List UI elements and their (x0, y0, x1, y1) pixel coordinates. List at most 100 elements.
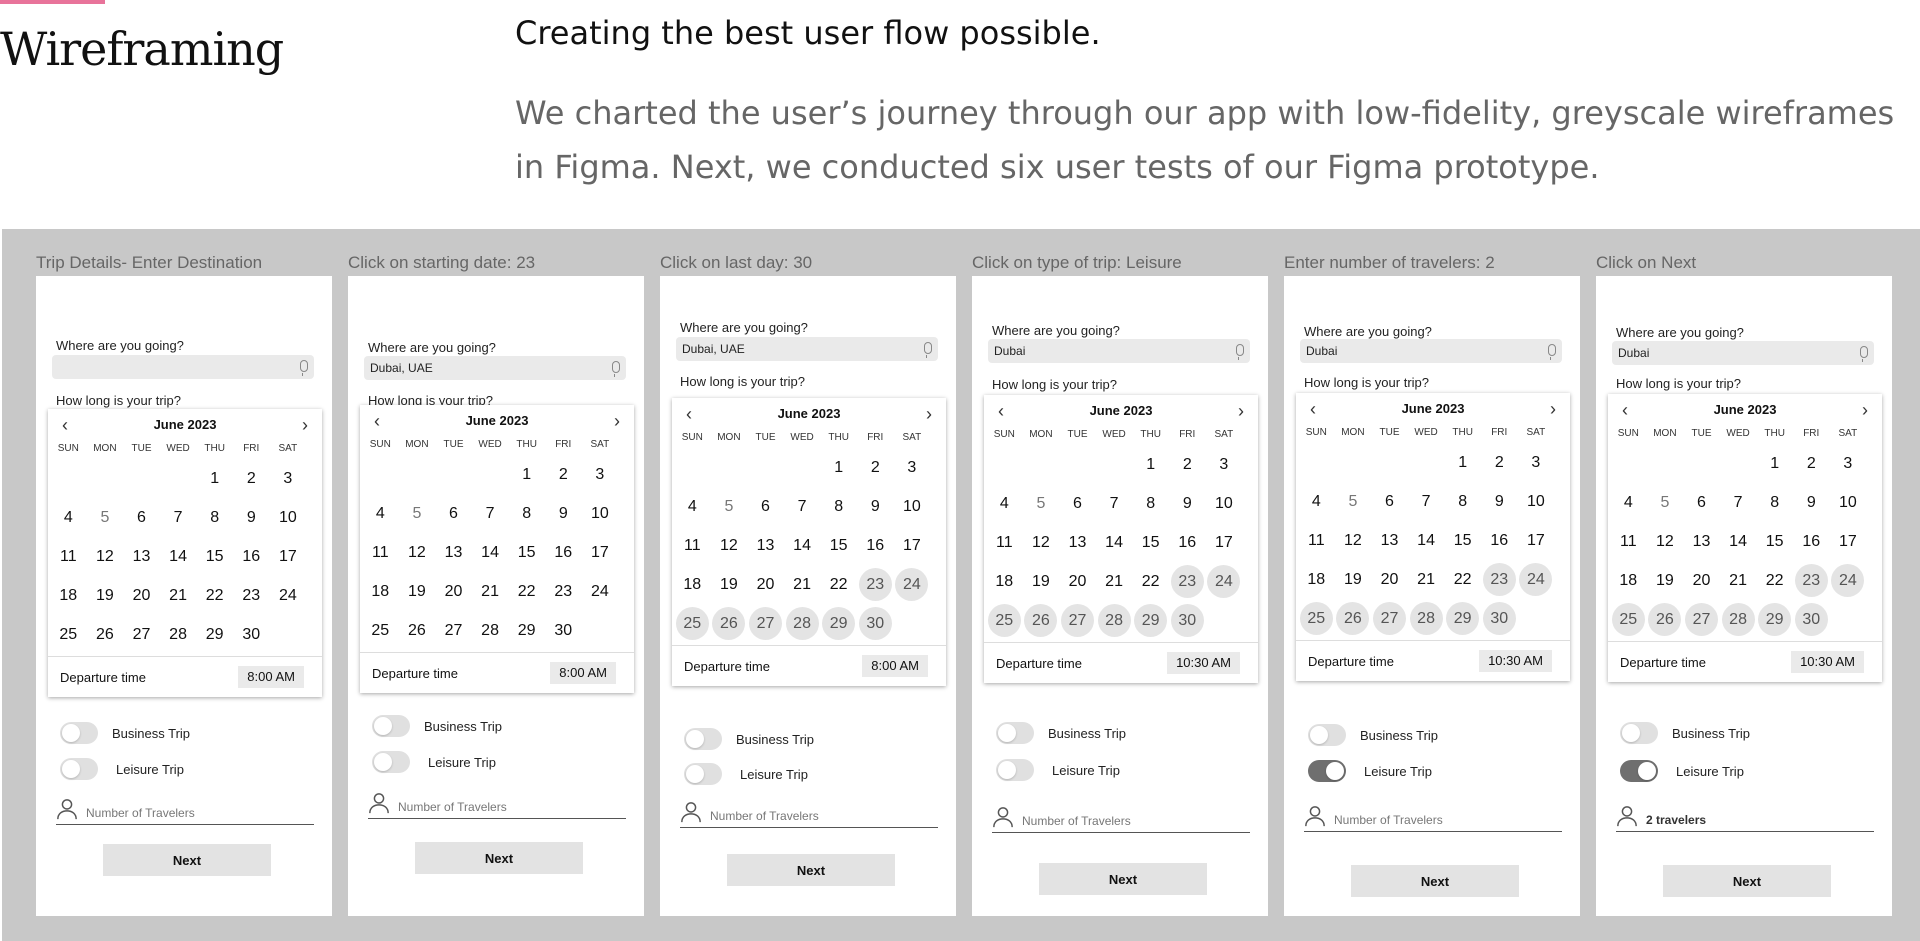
calendar-day[interactable]: 28 (1720, 600, 1757, 639)
calendar-day[interactable]: 24 (1206, 562, 1243, 601)
next-button[interactable]: Next (103, 844, 271, 876)
calendar-day[interactable]: 21 (784, 565, 821, 604)
calendar-day[interactable]: 10 (894, 487, 931, 526)
calendar-day[interactable]: 7 (1720, 483, 1757, 522)
calendar-day[interactable]: 24 (894, 565, 931, 604)
calendar-day[interactable]: 5 (1335, 482, 1372, 521)
calendar-day[interactable]: 20 (1683, 561, 1720, 600)
calendar-day[interactable]: 19 (1647, 561, 1684, 600)
calendar-day[interactable]: 29 (1444, 599, 1481, 638)
calendar-day[interactable]: 16 (1169, 523, 1206, 562)
destination-input[interactable]: Dubai (1612, 341, 1874, 365)
calendar-day[interactable]: 15 (1444, 521, 1481, 560)
calendar-day[interactable]: 15 (1756, 522, 1793, 561)
calendar-day[interactable]: 11 (674, 526, 711, 565)
calendar-day[interactable]: 26 (87, 615, 124, 654)
chevron-right-icon[interactable]: › (926, 404, 932, 425)
calendar-day[interactable]: 13 (747, 526, 784, 565)
calendar-day[interactable]: 2 (1793, 444, 1830, 483)
calendar-day[interactable]: 22 (820, 565, 857, 604)
travelers-input[interactable]: Number of Travelers (680, 801, 938, 828)
calendar-day[interactable]: 10 (1518, 482, 1555, 521)
calendar-day[interactable]: 11 (1298, 521, 1335, 560)
calendar-day[interactable]: 16 (233, 537, 270, 576)
calendar-day[interactable]: 8 (1756, 483, 1793, 522)
next-button[interactable]: Next (415, 842, 583, 874)
calendar-day[interactable]: 11 (362, 533, 399, 572)
calendar-day[interactable]: 29 (196, 615, 233, 654)
leisure-trip-toggle[interactable] (996, 759, 1034, 781)
calendar-day[interactable]: 15 (196, 537, 233, 576)
calendar-day[interactable]: 21 (160, 576, 197, 615)
calendar-day[interactable]: 14 (784, 526, 821, 565)
calendar-day[interactable]: 10 (582, 494, 619, 533)
leisure-trip-toggle[interactable] (684, 763, 722, 785)
calendar-day[interactable]: 10 (270, 498, 307, 537)
leisure-trip-toggle[interactable] (60, 758, 98, 780)
calendar-day[interactable]: 17 (1206, 523, 1243, 562)
calendar-day[interactable]: 24 (1830, 561, 1867, 600)
calendar-day[interactable]: 21 (472, 572, 509, 611)
chevron-right-icon[interactable]: › (302, 415, 308, 436)
microphone-icon[interactable] (1236, 344, 1244, 360)
calendar-day[interactable]: 22 (1444, 560, 1481, 599)
chevron-right-icon[interactable]: › (614, 411, 620, 432)
calendar-day[interactable]: 24 (582, 572, 619, 611)
calendar-day[interactable]: 13 (435, 533, 472, 572)
calendar-day[interactable]: 5 (87, 498, 124, 537)
calendar-day[interactable]: 25 (1610, 600, 1647, 639)
calendar-day[interactable]: 23 (1793, 561, 1830, 600)
travelers-input[interactable]: Number of Travelers (1304, 805, 1562, 832)
calendar-day[interactable]: 28 (472, 611, 509, 650)
destination-input[interactable] (52, 355, 314, 379)
microphone-icon[interactable] (1548, 344, 1556, 360)
departure-time-picker[interactable]: 8:00 AM (862, 655, 928, 677)
departure-time-picker[interactable]: 10:30 AM (1791, 651, 1864, 673)
calendar-day[interactable]: 19 (711, 565, 748, 604)
calendar-day[interactable]: 15 (820, 526, 857, 565)
business-trip-toggle[interactable] (372, 715, 410, 737)
calendar-day[interactable]: 2 (545, 455, 582, 494)
calendar-day[interactable]: 25 (986, 601, 1023, 640)
travelers-input[interactable]: Number of Travelers (368, 792, 626, 819)
calendar-day[interactable]: 30 (1793, 600, 1830, 639)
calendar-day[interactable]: 21 (1096, 562, 1133, 601)
calendar-day[interactable]: 23 (233, 576, 270, 615)
calendar-day[interactable]: 8 (508, 494, 545, 533)
calendar-day[interactable]: 23 (545, 572, 582, 611)
calendar-day[interactable]: 27 (1683, 600, 1720, 639)
calendar-day[interactable]: 8 (196, 498, 233, 537)
calendar-day[interactable]: 10 (1206, 484, 1243, 523)
calendar-day[interactable]: 8 (1444, 482, 1481, 521)
calendar-day[interactable]: 24 (270, 576, 307, 615)
calendar-day[interactable]: 27 (123, 615, 160, 654)
calendar-day[interactable]: 18 (1610, 561, 1647, 600)
calendar-day[interactable]: 27 (1371, 599, 1408, 638)
calendar-day[interactable]: 18 (986, 562, 1023, 601)
calendar-day[interactable]: 22 (1132, 562, 1169, 601)
calendar-day[interactable]: 12 (1023, 523, 1060, 562)
calendar-day[interactable]: 3 (1206, 445, 1243, 484)
calendar-day[interactable]: 16 (1481, 521, 1518, 560)
calendar-day[interactable]: 9 (1169, 484, 1206, 523)
departure-time-picker[interactable]: 10:30 AM (1479, 650, 1552, 672)
chevron-right-icon[interactable]: › (1862, 400, 1868, 421)
calendar-day[interactable]: 26 (399, 611, 436, 650)
calendar-day[interactable]: 9 (1481, 482, 1518, 521)
travelers-input[interactable]: Number of Travelers (56, 798, 314, 825)
leisure-trip-toggle[interactable] (1620, 760, 1658, 782)
calendar-day[interactable]: 9 (233, 498, 270, 537)
business-trip-toggle[interactable] (60, 722, 98, 744)
destination-input[interactable]: Dubai, UAE (364, 356, 626, 380)
calendar-day[interactable]: 14 (472, 533, 509, 572)
calendar-day[interactable]: 13 (123, 537, 160, 576)
calendar-day[interactable]: 28 (1096, 601, 1133, 640)
calendar-day[interactable]: 1 (1132, 445, 1169, 484)
calendar-day[interactable]: 26 (711, 604, 748, 643)
calendar-day[interactable]: 20 (435, 572, 472, 611)
calendar-day[interactable]: 4 (674, 487, 711, 526)
calendar-day[interactable]: 15 (1132, 523, 1169, 562)
calendar-day[interactable]: 2 (233, 459, 270, 498)
calendar-day[interactable]: 6 (123, 498, 160, 537)
next-button[interactable]: Next (1351, 865, 1519, 897)
